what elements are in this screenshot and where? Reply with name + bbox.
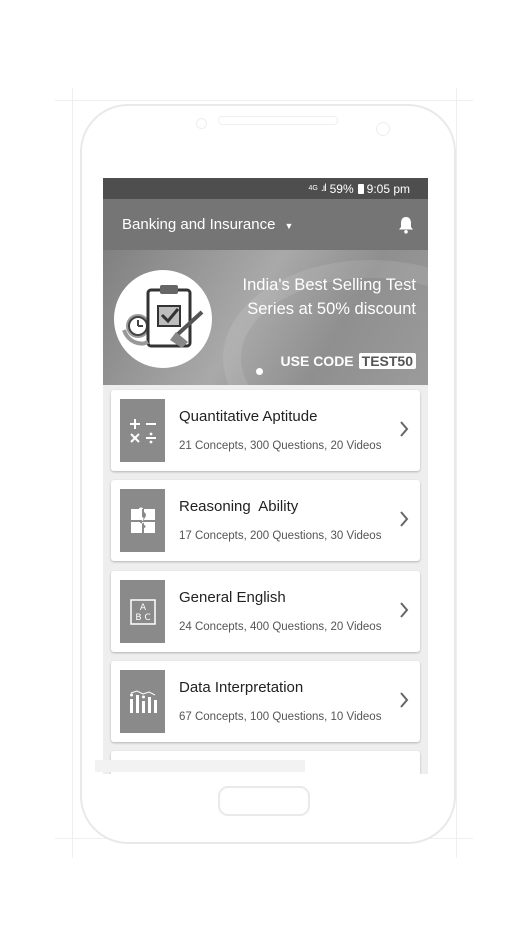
promo-code-label: USE CODE — [280, 353, 354, 369]
battery-icon — [357, 183, 364, 194]
chevron-right-icon — [400, 511, 409, 527]
home-button[interactable] — [218, 786, 310, 816]
subject-card-quantitative-aptitude[interactable]: Quantitative Aptitude 21 Concepts, 300 Q… — [111, 390, 420, 471]
subject-name: Data Interpretation — [179, 679, 304, 696]
category-title[interactable]: Banking and Insurance — [122, 216, 275, 233]
bar-chart-icon — [120, 670, 165, 733]
subject-meta: 24 Concepts, 400 Questions, 20 Videos — [179, 621, 382, 633]
banner-illustration — [114, 270, 212, 368]
chevron-right-icon — [400, 602, 409, 618]
status-bar: 4G .ıl 59% 9:05 pm — [103, 178, 428, 199]
signal-icon: .ıl — [320, 183, 327, 194]
promo-code: USE CODE TEST50 — [281, 353, 416, 369]
chevron-right-icon — [400, 692, 409, 708]
promo-code-value: TEST50 — [358, 353, 416, 369]
promo-banner[interactable]: India's Best Selling Test Series at 50% … — [103, 250, 428, 385]
app-bar: Banking and Insurance ▼ — [103, 199, 428, 250]
abc-icon: A B C — [120, 580, 165, 643]
screen-bottom-overlay — [95, 760, 305, 772]
subject-card-general-english[interactable]: A B C General English 24 Concepts, 400 Q… — [111, 571, 420, 652]
svg-text:B C: B C — [135, 613, 150, 623]
subject-name: Quantitative Aptitude — [179, 408, 318, 425]
banner-tagline: India's Best Selling Test Series at 50% … — [206, 273, 416, 321]
subject-meta: 67 Concepts, 100 Questions, 10 Videos — [179, 711, 382, 723]
subject-name: General English — [179, 589, 286, 606]
subject-meta: 17 Concepts, 200 Questions, 30 Videos — [179, 530, 382, 542]
carousel-indicator[interactable] — [256, 368, 263, 375]
bell-icon[interactable] — [398, 216, 414, 234]
frame-line-left — [72, 88, 73, 858]
banner-tagline-line2: Series at 50% discount — [247, 300, 416, 318]
chevron-right-icon — [400, 421, 409, 437]
battery-level: 59% — [329, 181, 354, 196]
banner-tagline-line1: India's Best Selling Test — [242, 276, 416, 294]
clipboard-icon — [122, 285, 204, 348]
app-screen: 4G .ıl 59% 9:05 pm Banking and Insurance… — [103, 178, 428, 774]
clock: 9:05 pm — [366, 181, 410, 196]
network-type: 4G — [308, 185, 318, 192]
dropdown-caret-icon[interactable]: ▼ — [284, 221, 293, 231]
subject-card-data-interpretation[interactable]: Data Interpretation 67 Concepts, 100 Que… — [111, 661, 420, 742]
phone-speaker — [218, 116, 338, 125]
phone-sensor — [196, 118, 207, 129]
svg-text:A: A — [139, 603, 146, 613]
frame-line-top — [55, 100, 473, 101]
subject-card-reasoning-ability[interactable]: Reasoning Ability 17 Concepts, 200 Quest… — [111, 480, 420, 561]
frame-line-right — [456, 88, 457, 858]
puzzle-icon — [120, 489, 165, 552]
subject-meta: 21 Concepts, 300 Questions, 20 Videos — [179, 440, 382, 452]
subject-name: Reasoning Ability — [179, 498, 299, 515]
phone-camera — [376, 122, 390, 136]
math-operators-icon — [120, 399, 165, 462]
